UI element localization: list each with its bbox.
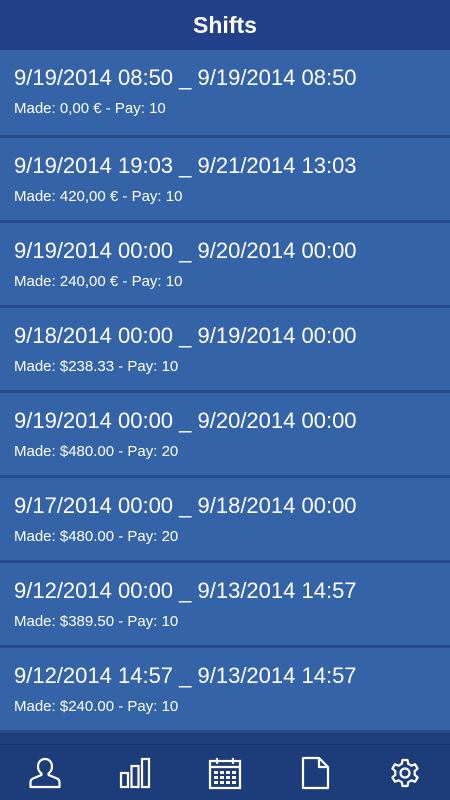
shift-details: Made: $480.00 - Pay: 20 [14,443,179,460]
nav-settings-button[interactable] [380,748,430,798]
app-header: Shifts [0,0,450,50]
shift-dates: 9/18/2014 00:00 _ 9/19/2014 00:00 [14,323,357,348]
shift-details: Made: 420,00 € - Pay: 10 [14,188,183,205]
shift-dates: 9/12/2014 14:57 _ 9/13/2014 14:57 [14,663,357,688]
shift-dates: 9/19/2014 19:03 _ 9/21/2014 13:03 [14,153,357,178]
nav-calendar-button[interactable] [200,748,250,798]
calendar-icon [208,757,242,789]
shift-row[interactable]: 9/19/2014 00:00 _ 9/20/2014 00:00 Made: … [0,223,450,308]
gear-icon [391,758,419,787]
document-icon [301,756,330,789]
page-title: Shifts [193,11,257,38]
bar-chart-icon [119,757,151,788]
nav-report-button[interactable] [290,748,340,798]
shift-dates: 9/19/2014 00:00 _ 9/20/2014 00:00 [14,408,357,433]
shift-dates: 9/19/2014 00:00 _ 9/20/2014 00:00 [14,238,357,263]
user-icon [29,757,61,788]
shift-details: Made: $238.33 - Pay: 10 [14,358,179,375]
shift-details: Made: $240.00 - Pay: 10 [14,698,179,715]
nav-profile-button[interactable] [20,748,70,798]
shift-dates: 9/12/2014 00:00 _ 9/13/2014 14:57 [14,578,357,603]
shift-row[interactable]: 9/18/2014 00:00 _ 9/19/2014 00:00 Made: … [0,308,450,393]
shift-row[interactable]: 9/19/2014 19:03 _ 9/21/2014 13:03 Made: … [0,138,450,223]
nav-stats-button[interactable] [110,748,160,798]
shift-details: Made: 0,00 € - Pay: 10 [14,100,166,117]
shift-row[interactable]: 9/17/2014 00:00 _ 9/18/2014 00:00 Made: … [0,478,450,563]
shift-row[interactable]: 9/19/2014 08:50 _ 9/19/2014 08:50 Made: … [0,50,450,138]
shift-list[interactable]: 9/19/2014 08:50 _ 9/19/2014 08:50 Made: … [0,50,450,745]
shift-details: Made: 240,00 € - Pay: 10 [14,273,183,290]
bottom-nav [0,744,450,800]
shift-row[interactable]: 9/12/2014 00:00 _ 9/13/2014 14:57 Made: … [0,563,450,648]
shift-row[interactable]: 9/12/2014 14:57 _ 9/13/2014 14:57 Made: … [0,648,450,733]
shift-details: Made: $389.50 - Pay: 10 [14,613,179,630]
shift-dates: 9/19/2014 08:50 _ 9/19/2014 08:50 [14,65,357,90]
shift-dates: 9/17/2014 00:00 _ 9/18/2014 00:00 [14,493,357,518]
shift-row[interactable]: 9/19/2014 00:00 _ 9/20/2014 00:00 Made: … [0,393,450,478]
shift-details: Made: $480.00 - Pay: 20 [14,528,179,545]
